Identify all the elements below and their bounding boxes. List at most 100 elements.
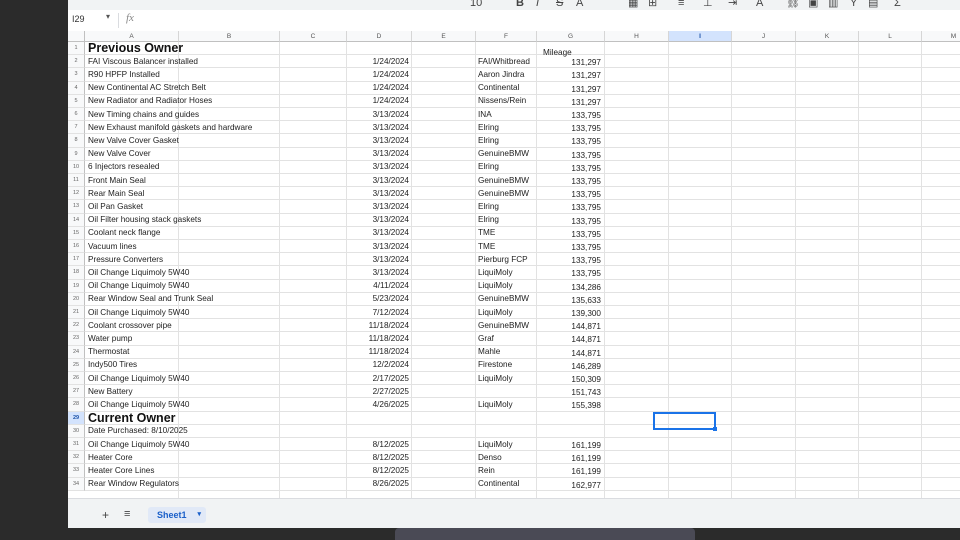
row-header[interactable]: 9 xyxy=(68,147,85,161)
row-header[interactable]: 5 xyxy=(68,94,85,108)
valign-icon[interactable]: ⊥ xyxy=(703,0,713,9)
mileage-cell[interactable]: 134,286 xyxy=(537,283,601,293)
row-header[interactable]: 33 xyxy=(68,464,85,478)
column-header-f[interactable]: F xyxy=(476,31,537,42)
row-header[interactable]: 24 xyxy=(68,345,85,359)
task-cell[interactable]: 6 Injectors resealed xyxy=(88,162,159,172)
row-header[interactable]: 31 xyxy=(68,438,85,452)
row-header[interactable]: 32 xyxy=(68,451,85,465)
section-heading[interactable]: Previous Owner xyxy=(88,41,183,55)
row-header[interactable]: 27 xyxy=(68,385,85,399)
date-cell[interactable]: 3/13/2024 xyxy=(347,136,409,146)
brand-cell[interactable]: GenuineBMW xyxy=(478,176,529,186)
row-header[interactable]: 20 xyxy=(68,292,85,306)
task-cell[interactable]: Oil Pan Gasket xyxy=(88,202,143,212)
row-header[interactable]: 22 xyxy=(68,319,85,333)
row-header[interactable]: 25 xyxy=(68,358,85,372)
strikethrough-button[interactable]: S xyxy=(556,0,563,9)
mileage-cell[interactable]: 150,309 xyxy=(537,375,601,385)
mileage-cell[interactable]: 133,795 xyxy=(537,243,601,253)
link-icon[interactable]: ⛓ xyxy=(786,0,800,9)
brand-cell[interactable]: Denso xyxy=(478,453,502,463)
date-cell[interactable]: 3/13/2024 xyxy=(347,162,409,172)
date-cell[interactable]: 3/13/2024 xyxy=(347,215,409,225)
mileage-cell[interactable]: 144,871 xyxy=(537,349,601,359)
brand-cell[interactable]: FAI/Whitbread xyxy=(478,57,530,67)
mileage-cell[interactable]: 133,795 xyxy=(537,111,601,121)
brand-cell[interactable]: Graf xyxy=(478,334,494,344)
brand-cell[interactable]: GenuineBMW xyxy=(478,189,529,199)
task-cell[interactable]: Rear Window Seal and Trunk Seal xyxy=(88,294,213,304)
task-cell[interactable]: Oil Filter housing stack gaskets xyxy=(88,215,201,225)
selected-cell[interactable] xyxy=(653,411,716,430)
mileage-cell[interactable]: 133,795 xyxy=(537,190,601,200)
row-header[interactable]: 2 xyxy=(68,55,85,69)
task-cell[interactable]: Coolant crossover pipe xyxy=(88,321,172,331)
mileage-cell[interactable]: 133,795 xyxy=(537,269,601,279)
row-header[interactable]: 3 xyxy=(68,68,85,82)
brand-cell[interactable]: Mahle xyxy=(478,347,500,357)
task-cell[interactable]: New Battery xyxy=(88,387,133,397)
task-cell[interactable]: Vacuum lines xyxy=(88,242,137,252)
column-header-i[interactable]: I xyxy=(669,31,732,42)
row-header[interactable]: 8 xyxy=(68,134,85,148)
date-cell[interactable]: 3/13/2024 xyxy=(347,202,409,212)
mileage-cell[interactable]: 131,297 xyxy=(537,85,601,95)
align-icon[interactable]: ≡ xyxy=(678,0,684,9)
add-sheet-icon[interactable]: + xyxy=(102,508,109,522)
row-header[interactable]: 13 xyxy=(68,200,85,214)
rotate-text-button[interactable]: A xyxy=(756,0,763,9)
task-cell[interactable]: Oil Change Liquimoly 5W40 xyxy=(88,268,189,278)
name-box[interactable]: I29 xyxy=(72,14,110,24)
date-cell[interactable]: 3/13/2024 xyxy=(347,268,409,278)
brand-cell[interactable]: GenuineBMW xyxy=(478,294,529,304)
date-cell[interactable]: 3/13/2024 xyxy=(347,255,409,265)
filter-views-icon[interactable]: ▤ xyxy=(868,0,878,9)
mileage-cell[interactable]: 162,977 xyxy=(537,481,601,491)
mileage-cell[interactable]: 133,795 xyxy=(537,230,601,240)
brand-cell[interactable]: Aaron Jindra xyxy=(478,70,524,80)
date-cell[interactable]: 3/13/2024 xyxy=(347,228,409,238)
column-header-d[interactable]: D xyxy=(347,31,412,42)
task-cell[interactable]: Coolant neck flange xyxy=(88,228,160,238)
sheet-tab[interactable]: Sheet1 ▾ xyxy=(148,507,206,523)
mileage-cell[interactable]: 131,297 xyxy=(537,71,601,81)
task-cell[interactable]: New Timing chains and guides xyxy=(88,110,199,120)
fill-handle[interactable] xyxy=(713,426,717,431)
row-header[interactable]: 10 xyxy=(68,160,85,174)
row-header[interactable]: 28 xyxy=(68,398,85,412)
task-cell[interactable]: Date Purchased: 8/10/2025 xyxy=(88,426,188,436)
row-header[interactable]: 15 xyxy=(68,226,85,240)
mileage-cell[interactable]: 135,633 xyxy=(537,296,601,306)
chart-icon[interactable]: ▥ xyxy=(828,0,838,9)
date-cell[interactable]: 8/26/2025 xyxy=(347,479,409,489)
row-header[interactable]: 23 xyxy=(68,332,85,346)
mileage-cell[interactable]: 151,743 xyxy=(537,388,601,398)
font-size-box[interactable]: 10 xyxy=(470,0,482,9)
comment-icon[interactable]: ▣ xyxy=(808,0,818,9)
column-header-m[interactable]: M xyxy=(922,31,960,42)
row-header[interactable]: 7 xyxy=(68,121,85,135)
brand-cell[interactable]: LiquiMoly xyxy=(478,268,513,278)
brand-cell[interactable]: LiquiMoly xyxy=(478,308,513,318)
row-header[interactable]: 26 xyxy=(68,372,85,386)
task-cell[interactable]: Indy500 Tires xyxy=(88,360,137,370)
mileage-cell[interactable]: 144,871 xyxy=(537,322,601,332)
task-cell[interactable]: Front Main Seal xyxy=(88,176,146,186)
task-cell[interactable]: Heater Core xyxy=(88,453,133,463)
date-cell[interactable]: 11/18/2024 xyxy=(347,334,409,344)
mileage-cell[interactable]: 131,297 xyxy=(537,58,601,68)
task-cell[interactable]: New Radiator and Radiator Hoses xyxy=(88,96,212,106)
date-cell[interactable]: 1/24/2024 xyxy=(347,70,409,80)
row-header[interactable]: 11 xyxy=(68,174,85,188)
date-cell[interactable]: 2/27/2025 xyxy=(347,387,409,397)
row-header[interactable]: 6 xyxy=(68,108,85,122)
brand-cell[interactable]: LiquiMoly xyxy=(478,440,513,450)
row-header[interactable]: 16 xyxy=(68,240,85,254)
column-header-l[interactable]: L xyxy=(859,31,922,42)
brand-cell[interactable]: Elring xyxy=(478,162,499,172)
mileage-cell[interactable]: 133,795 xyxy=(537,124,601,134)
date-cell[interactable]: 11/18/2024 xyxy=(347,347,409,357)
brand-cell[interactable]: GenuineBMW xyxy=(478,149,529,159)
row-header[interactable]: 19 xyxy=(68,279,85,293)
